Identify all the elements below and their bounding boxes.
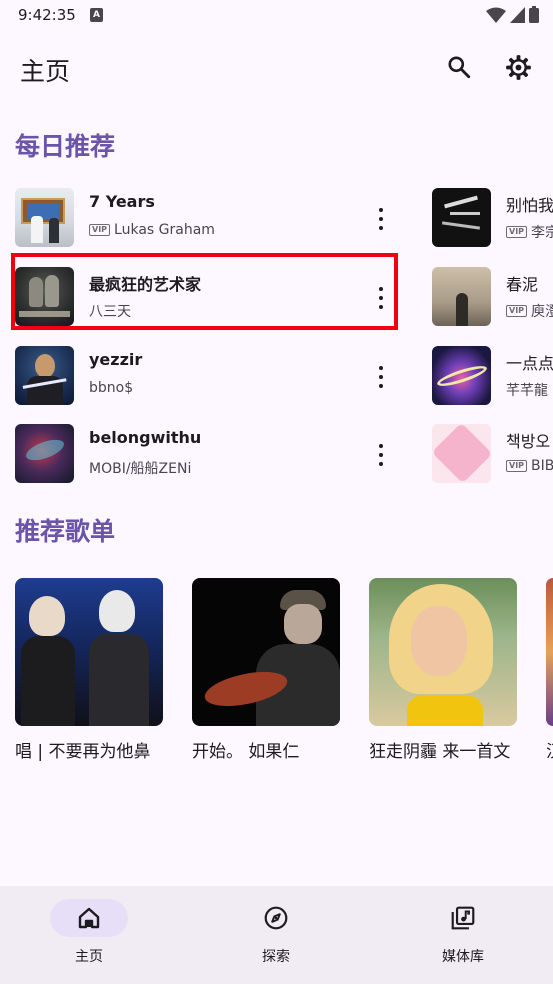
vip-badge: VIP [506, 305, 528, 317]
home-screen: 9:42:35 A 主页 每日推荐 7 Years VIP Lukas Grah… [0, 0, 553, 984]
selection-highlight-box [11, 253, 398, 330]
search-button[interactable] [445, 53, 473, 81]
artist-name: bbno$ [89, 380, 134, 396]
playlist-section-title: 推荐歌单 [15, 517, 116, 546]
album-cover [15, 188, 74, 247]
artist-name: 庾澄 [531, 304, 553, 320]
more-options-button[interactable] [374, 208, 388, 230]
song-artist: VIP Lukas Graham [89, 222, 215, 238]
playlist-card-3[interactable] [369, 578, 517, 726]
song-title: belongwithu [89, 428, 202, 447]
home-icon [78, 907, 100, 929]
status-bar: 9:42:35 A [0, 0, 553, 32]
album-cover [432, 424, 491, 483]
more-options-button[interactable] [374, 444, 388, 466]
bottom-navigation: 主页 探索 媒体库 [0, 886, 553, 984]
notification-a-icon: A [90, 8, 103, 22]
playlist-label: 汉 [546, 737, 553, 762]
nav-label: 探索 [262, 949, 290, 965]
artist-name: 李宗 [531, 225, 553, 241]
song-artist: VIP BIB [506, 458, 553, 474]
library-music-icon [451, 906, 475, 930]
nav-label: 主页 [75, 949, 103, 965]
artist-name: Lukas Graham [114, 222, 215, 238]
wifi-icon [486, 7, 506, 23]
song-artist: MOBI/船船ZENi [89, 458, 191, 478]
signal-icon [510, 6, 525, 23]
song-title: 春泥 [506, 275, 539, 294]
song-title: yezzir [89, 350, 143, 369]
artist-name: 芊芊龍 [506, 383, 548, 399]
daily-section-title: 每日推荐 [15, 132, 116, 161]
song-item-right-2[interactable]: 春泥 VIP 庾澄 [432, 267, 553, 331]
album-cover [15, 346, 74, 405]
artist-name: BIB [531, 458, 553, 474]
settings-button[interactable] [504, 53, 532, 81]
song-title: 一点点 [506, 354, 553, 373]
compass-icon [264, 906, 288, 930]
search-icon [448, 56, 471, 79]
song-artist: VIP 庾澄 [506, 301, 553, 321]
artist-name: MOBI/船船ZENi [89, 461, 192, 477]
song-item-right-1[interactable]: 别怕我 VIP 李宗 [432, 188, 553, 252]
song-item-7-years[interactable]: 7 Years VIP Lukas Graham [15, 188, 400, 252]
more-options-button[interactable] [374, 366, 388, 388]
song-artist: VIP 李宗 [506, 222, 553, 242]
battery-icon [529, 6, 539, 23]
playlist-label: 狂走阴霾 来一首文 [369, 742, 511, 762]
status-time: 9:42:35 [18, 6, 76, 24]
playlist-card-1[interactable] [15, 578, 163, 726]
song-item-right-4[interactable]: 책방오 VIP BIB [432, 424, 553, 488]
nav-icon-container [424, 899, 502, 937]
song-item-yezzir[interactable]: yezzir bbno$ [15, 346, 400, 410]
album-cover [432, 346, 491, 405]
nav-label: 媒体库 [442, 949, 484, 965]
album-cover [432, 267, 491, 326]
status-icons [486, 6, 539, 23]
gear-icon [505, 54, 531, 80]
vip-badge: VIP [506, 460, 528, 472]
song-artist: 芊芊龍 [506, 380, 548, 400]
song-item-belongwithu[interactable]: belongwithu MOBI/船船ZENi [15, 424, 400, 488]
nav-icon-container [237, 899, 315, 937]
album-cover [15, 424, 74, 483]
playlist-card-2[interactable] [192, 578, 340, 726]
nav-item-explore[interactable]: 探索 [216, 886, 336, 984]
page-title: 主页 [20, 57, 71, 86]
song-item-right-3[interactable]: 一点点 芊芊龍 [432, 346, 553, 410]
nav-active-indicator [50, 899, 128, 937]
vip-badge: VIP [89, 224, 111, 236]
album-cover [432, 188, 491, 247]
song-title: 책방오 [506, 432, 551, 451]
playlist-label: 唱 | 不要再为他鼻 [15, 742, 151, 762]
vip-badge: VIP [506, 226, 528, 238]
nav-item-home[interactable]: 主页 [29, 886, 149, 984]
song-artist: bbno$ [89, 380, 133, 396]
song-title: 别怕我 [506, 196, 553, 215]
song-title: 7 Years [89, 192, 155, 211]
playlist-card-4[interactable] [546, 578, 553, 726]
nav-item-library[interactable]: 媒体库 [403, 886, 523, 984]
playlist-label: 开始。 如果仁 [192, 742, 300, 762]
